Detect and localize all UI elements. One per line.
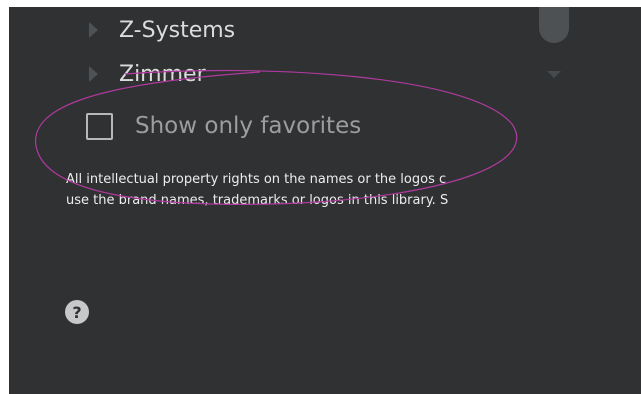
tree-item-label: Zimmer [119,61,206,87]
scrollbar-thumb[interactable] [539,7,569,43]
tree-item-zimmer[interactable]: Zimmer [89,59,206,89]
tree-item-label: Z-Systems [119,17,236,43]
help-icon-glyph: ? [72,302,82,322]
expand-arrow-icon[interactable] [89,66,98,82]
help-icon[interactable]: ? [65,300,89,324]
favorites-checkbox-label[interactable]: Show only favorites [135,113,361,139]
tree-item-z-systems[interactable]: Z-Systems [89,15,235,45]
scroll-down-arrow-icon[interactable] [547,71,561,78]
favorites-checkbox[interactable] [86,112,113,140]
expand-arrow-icon[interactable] [89,22,98,38]
brand-library-panel: Z-Systems Zimmer Show only favorites All… [9,7,641,394]
disclaimer-line-1: All intellectual property rights on the … [66,172,447,187]
disclaimer-line-2: use the brand names, trademarks or logos… [66,193,449,208]
legal-disclaimer: All intellectual property rights on the … [66,169,448,211]
show-only-favorites-toggle[interactable]: Show only favorites [86,108,361,144]
